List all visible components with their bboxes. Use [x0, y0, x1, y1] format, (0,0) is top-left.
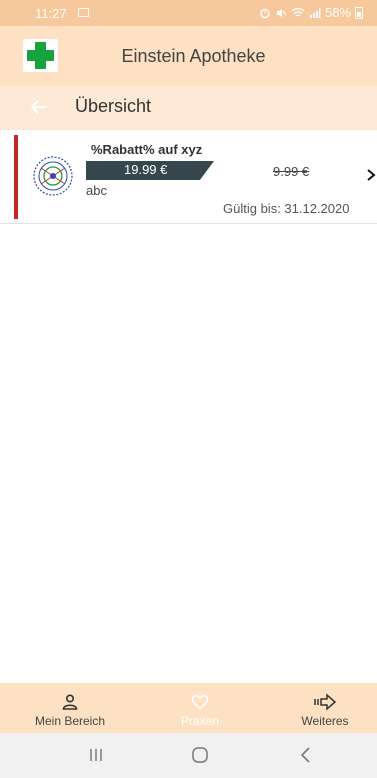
offer-title: %Rabatt% auf xyz [91, 142, 203, 157]
offer-description: abc [86, 183, 107, 198]
status-icons: 58% [259, 5, 363, 20]
nav-label: Praxen [180, 714, 220, 728]
home-icon[interactable] [190, 745, 210, 765]
price-banner: 19.99 € [86, 161, 214, 180]
recent-apps-icon[interactable] [86, 745, 106, 765]
nav-label: Weiteres [301, 714, 349, 728]
system-navigation-bar [0, 733, 377, 778]
battery-percent: 58% [324, 5, 351, 20]
offer-list-item[interactable]: %Rabatt% auf xyz 19.99 € 9.99 € abc Gült… [0, 131, 377, 224]
page-title: Übersicht [75, 96, 152, 116]
valid-until: Gültig bis: 31.12.2020 [223, 201, 350, 216]
nav-mein-bereich[interactable]: Mein Bereich [25, 683, 115, 733]
wifi-icon [291, 7, 305, 17]
back-icon[interactable] [296, 745, 316, 765]
offer-price: 19.99 € [124, 162, 168, 177]
chevron-right-icon[interactable] [366, 168, 376, 182]
status-bar: 11:27 58% [0, 0, 377, 26]
heart-icon [191, 695, 209, 710]
nav-weiteres[interactable]: Weiteres [290, 683, 360, 733]
person-icon [62, 694, 78, 710]
battery-icon [355, 6, 363, 19]
pharmacy-cross-logo [23, 39, 58, 72]
nav-praxen[interactable]: Praxen [165, 683, 235, 733]
old-price: 9.99 € [273, 164, 310, 179]
mute-icon [276, 8, 287, 17]
app-title: Einstein Apotheke [121, 45, 266, 66]
back-arrow-icon[interactable] [28, 96, 50, 118]
offer-marker [14, 135, 18, 219]
signal-icon [309, 7, 321, 18]
nav-label: Mein Bereich [34, 714, 106, 728]
app-header: Einstein Apotheke [0, 26, 377, 86]
emblem-icon [33, 156, 73, 196]
bottom-navigation: Mein Bereich Praxen Weiteres [0, 683, 377, 733]
forward-arrow-icon [314, 693, 336, 711]
alarm-icon [260, 8, 270, 18]
status-time: 11:27 [35, 6, 67, 21]
image-notification-icon [78, 8, 89, 17]
sub-header: Übersicht [0, 86, 377, 130]
